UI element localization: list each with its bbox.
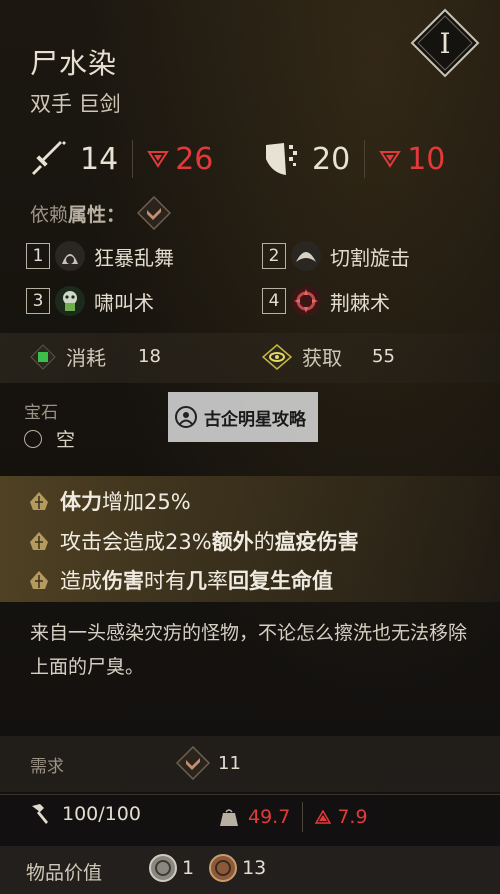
gain-value: 55 xyxy=(372,346,395,367)
attack-requirement: 26 xyxy=(175,141,214,177)
item-tooltip-card: I 尸水染 双手 巨剑 14 26 20 10 依赖 属性： 1 狂暴乱舞 2 … xyxy=(0,0,500,894)
shield-break-icon xyxy=(266,143,297,175)
effect-2-c: 的 xyxy=(253,530,275,554)
rank-label: I xyxy=(439,27,450,60)
effect-3: 造成 伤害 时有几率回复生命值 xyxy=(28,565,333,595)
effect-2: 攻击会造成23% 额外的瘟疫伤害 xyxy=(28,526,359,556)
effect-bullet-icon xyxy=(30,571,48,589)
strength-attribute-icon[interactable] xyxy=(137,196,172,230)
gem-slot-label: 空 xyxy=(56,429,76,451)
effect-2-b: 额外 xyxy=(211,530,254,554)
stamina-potion-icon xyxy=(30,343,56,370)
watermark-text: 古企明星攻略 xyxy=(204,409,306,430)
effect-bullet-icon xyxy=(30,492,48,510)
skill-name: 狂暴乱舞 xyxy=(94,245,174,270)
effect-3-e: 率 xyxy=(207,569,228,593)
effect-3-a: 造成 xyxy=(60,569,102,593)
weight-requirement-icon xyxy=(315,810,332,824)
requirement-down-icon xyxy=(147,151,170,168)
attack-stat: 14 26 xyxy=(28,136,213,182)
strength-attribute-icon xyxy=(176,746,210,780)
attribute-label: 依赖 xyxy=(30,203,69,226)
durability-value: 100/100 xyxy=(62,803,141,825)
copper-value: 13 xyxy=(242,857,267,879)
skill-name: 切割旋击 xyxy=(330,245,410,270)
skill-2[interactable]: 2 切割旋击 xyxy=(262,240,410,272)
weight-value: 49.7 xyxy=(248,806,291,828)
skill-number: 2 xyxy=(262,243,286,269)
effect-1: 体力 增加25% xyxy=(28,486,191,516)
durability-row: 100/100 xyxy=(28,802,141,826)
price-label: 物品价值 xyxy=(26,862,103,884)
effect-bullet-icon xyxy=(30,532,48,550)
thorns-skill-icon xyxy=(291,286,321,316)
effect-2-a: 攻击会造成23% xyxy=(60,530,212,554)
defense-stat: 20 10 xyxy=(262,136,445,182)
item-name: 尸水染 xyxy=(30,47,118,80)
effect-3-d: 几 xyxy=(186,569,207,593)
silver-coin-icon xyxy=(149,854,177,882)
attribute-label-bold: 属性： xyxy=(68,203,126,226)
gem-slot[interactable]: 空 xyxy=(24,425,75,452)
watermark-logo-icon xyxy=(175,406,197,428)
consume-row: 消耗 18 xyxy=(30,342,161,371)
requirement-band xyxy=(0,736,500,792)
howl-skill-icon xyxy=(55,286,85,316)
watermark-banner: 古企明星攻略 xyxy=(168,392,318,442)
defense-requirement: 10 xyxy=(407,141,446,177)
effect-1-text: 增加25% xyxy=(102,490,191,514)
requirement-down-icon xyxy=(379,151,402,168)
divider xyxy=(0,794,500,795)
effect-1-bold: 体力 xyxy=(60,490,102,514)
skill-1[interactable]: 1 狂暴乱舞 xyxy=(26,240,174,272)
skill-3[interactable]: 3 啸叫术 xyxy=(26,285,154,317)
item-type: 双手 巨剑 xyxy=(30,92,121,116)
effect-3-f: 回复生命值 xyxy=(228,569,333,593)
consume-label: 消耗 xyxy=(66,346,106,370)
weight-requirement: 7.9 xyxy=(337,806,368,828)
item-description: 来自一头感染灾疠的怪物，不论怎么擦洗也无法移除上面的尸臭。 xyxy=(30,622,468,678)
skill-number: 1 xyxy=(26,243,50,269)
weight-row: 49.7 7.9 xyxy=(218,802,368,832)
stat-divider xyxy=(132,140,134,178)
sword-icon xyxy=(32,141,66,175)
hammer-icon xyxy=(32,804,48,824)
spin-slash-skill-icon xyxy=(291,241,321,271)
skill-4[interactable]: 4 荆棘术 xyxy=(262,285,390,317)
copper-coin-icon xyxy=(209,854,238,882)
skill-number: 3 xyxy=(26,288,50,314)
effect-3-c: 时有 xyxy=(144,569,186,593)
price-values: 1 13 xyxy=(148,853,266,883)
skill-name: 荆棘术 xyxy=(330,290,390,315)
rank-badge: I xyxy=(410,8,480,78)
skill-number: 4 xyxy=(262,288,286,314)
stat-divider xyxy=(364,140,366,178)
berserk-skill-icon xyxy=(55,241,85,271)
requirement-value-row: 11 xyxy=(176,746,241,780)
requirement-value: 11 xyxy=(218,752,241,774)
defense-value: 20 xyxy=(312,141,351,177)
attack-value: 14 xyxy=(80,141,119,177)
stat-divider xyxy=(302,802,304,832)
silver-value: 1 xyxy=(182,857,195,879)
requirement-label: 需求 xyxy=(30,757,64,777)
gain-eye-icon xyxy=(262,343,292,370)
weight-icon xyxy=(220,809,238,826)
gain-label: 获取 xyxy=(302,346,342,370)
effect-3-b: 伤害 xyxy=(102,569,144,593)
skill-name: 啸叫术 xyxy=(94,290,154,315)
effect-2-d: 瘟疫伤害 xyxy=(274,530,359,554)
empty-gem-slot-icon xyxy=(24,429,42,448)
gain-row: 获取 55 xyxy=(262,342,395,371)
gem-title: 宝石 xyxy=(24,403,58,423)
consume-value: 18 xyxy=(138,346,161,367)
attribute-row: 依赖 属性： xyxy=(30,196,172,230)
